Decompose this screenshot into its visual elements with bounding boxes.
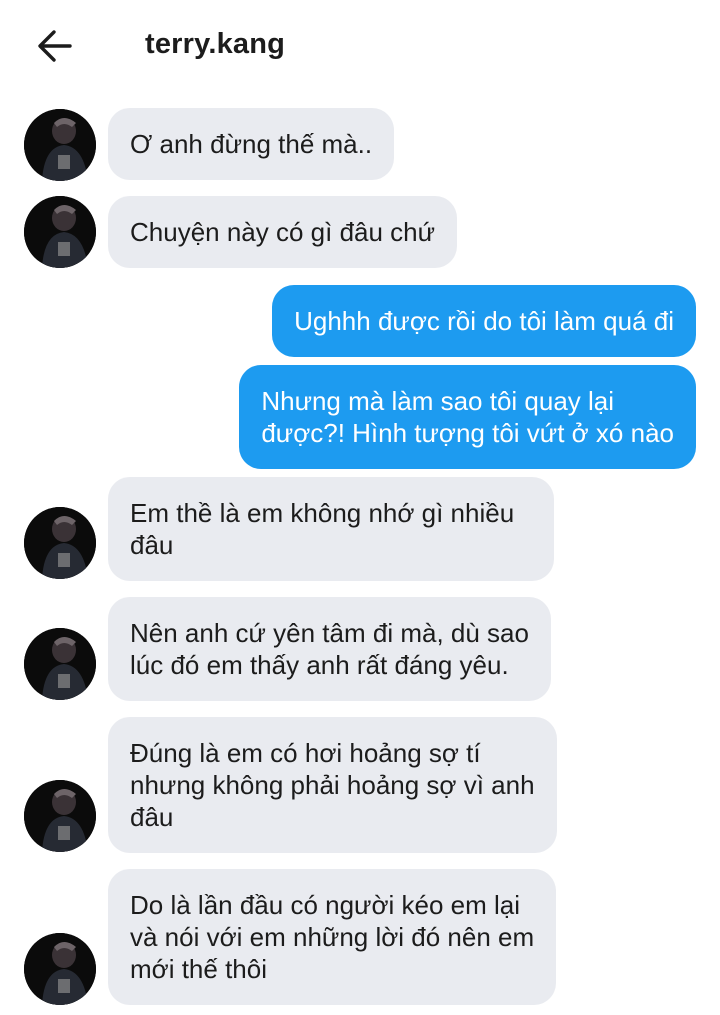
- avatar[interactable]: [24, 933, 96, 1005]
- avatar[interactable]: [24, 109, 96, 181]
- message-list: Ơ anh đừng thế mà.. Chuyện này có gì đâu…: [0, 0, 720, 1015]
- avatar[interactable]: [24, 196, 96, 268]
- avatar[interactable]: [24, 780, 96, 852]
- message-bubble-incoming[interactable]: Do là lần đầu có người kéo em lại và nói…: [108, 869, 557, 1005]
- message-bubble-incoming[interactable]: Đúng là em có hơi hoảng sợ tí nhưng khôn…: [108, 717, 557, 853]
- avatar[interactable]: [24, 507, 96, 579]
- message-bubble-incoming[interactable]: Em thề là em không nhớ gì nhiều đâu: [108, 477, 555, 581]
- avatar[interactable]: [24, 628, 96, 700]
- message-bubble-incoming[interactable]: Nên anh cứ yên tâm đi mà, dù sao lúc đó …: [108, 597, 551, 701]
- message-bubble-outgoing[interactable]: Ughhh được rồi do tôi làm quá đi: [272, 285, 696, 357]
- message-bubble-incoming[interactable]: Ơ anh đừng thế mà..: [108, 108, 395, 180]
- message-bubble-outgoing[interactable]: Nhưng mà làm sao tôi quay lại được?! Hìn…: [239, 365, 696, 469]
- message-bubble-incoming[interactable]: Chuyện này có gì đâu chứ: [108, 196, 458, 268]
